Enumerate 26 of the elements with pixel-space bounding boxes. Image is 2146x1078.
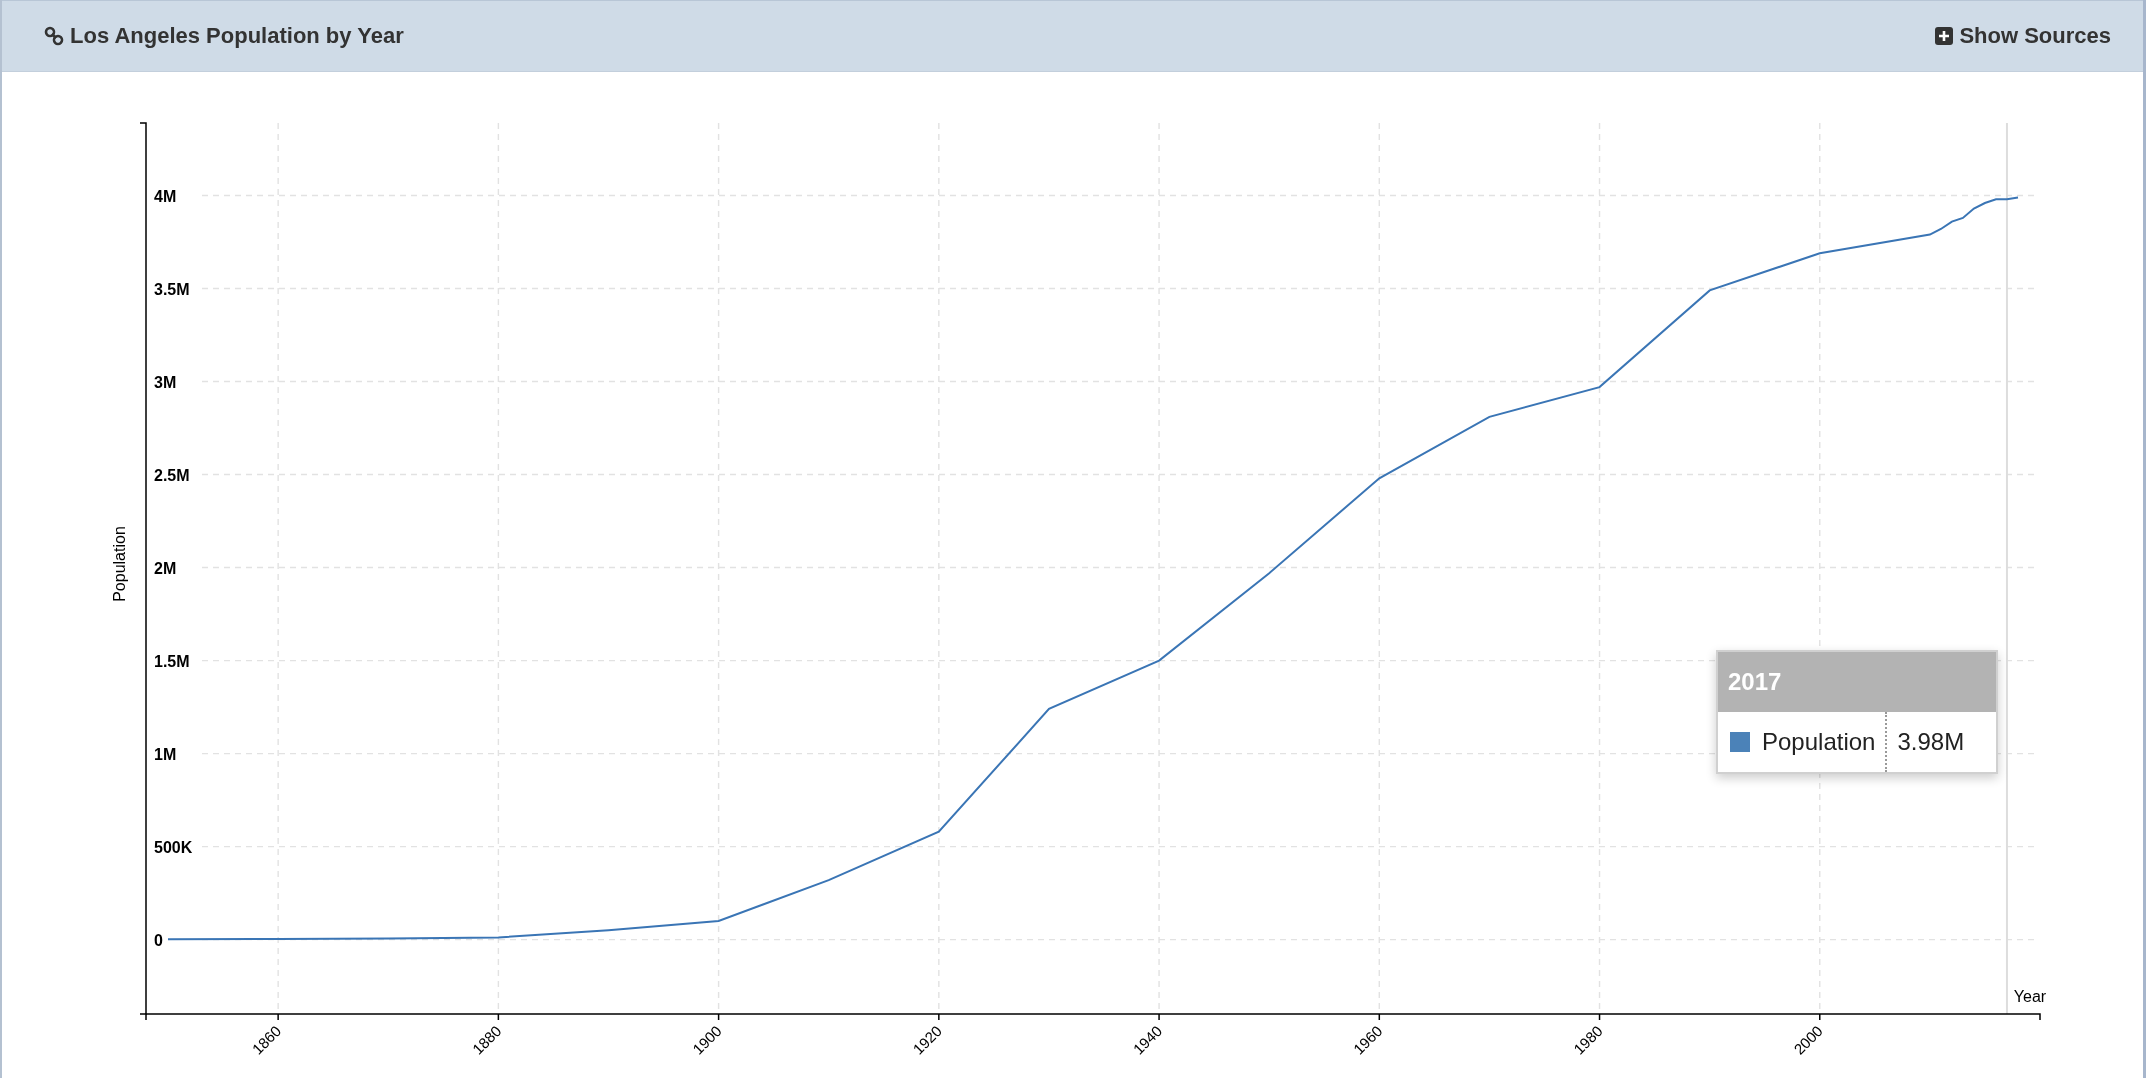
y-tick-label: 1M [154,745,177,763]
series-name: Population [1762,728,1876,756]
tick-mark [938,1013,940,1021]
panel-title: Los Angeles Population by Year [70,23,404,49]
y-tick-label: 1.5M [154,652,190,670]
show-sources-button[interactable]: Show Sources [1935,23,2111,49]
tick-mark [497,1013,500,1021]
tick-mark [1378,1013,1381,1021]
tick-mark [1819,1013,1821,1021]
y-tick-label: 2.5M [154,466,190,484]
y-tick-label: 500K [154,838,193,856]
y-tick-label: 0 [154,931,163,949]
y-tick-label: 4M [154,187,177,205]
plus-icon [1935,27,1954,45]
y-tick-label: 3M [154,373,177,391]
link-icon[interactable] [44,26,64,46]
tick-mark [277,1013,279,1021]
y-axis-title: Population [111,526,128,602]
y-tick-label: 3.5M [154,280,190,298]
tick-mark [717,1013,720,1021]
x-axis-title: Year [2013,988,2047,1005]
tick-mark [1158,1013,1160,1021]
y-tick-label: 2M [154,559,177,577]
tick-mark [1598,1013,1601,1021]
tooltip-title: 2017 [1718,652,1996,712]
series-value: 3.98M [1896,728,1966,756]
